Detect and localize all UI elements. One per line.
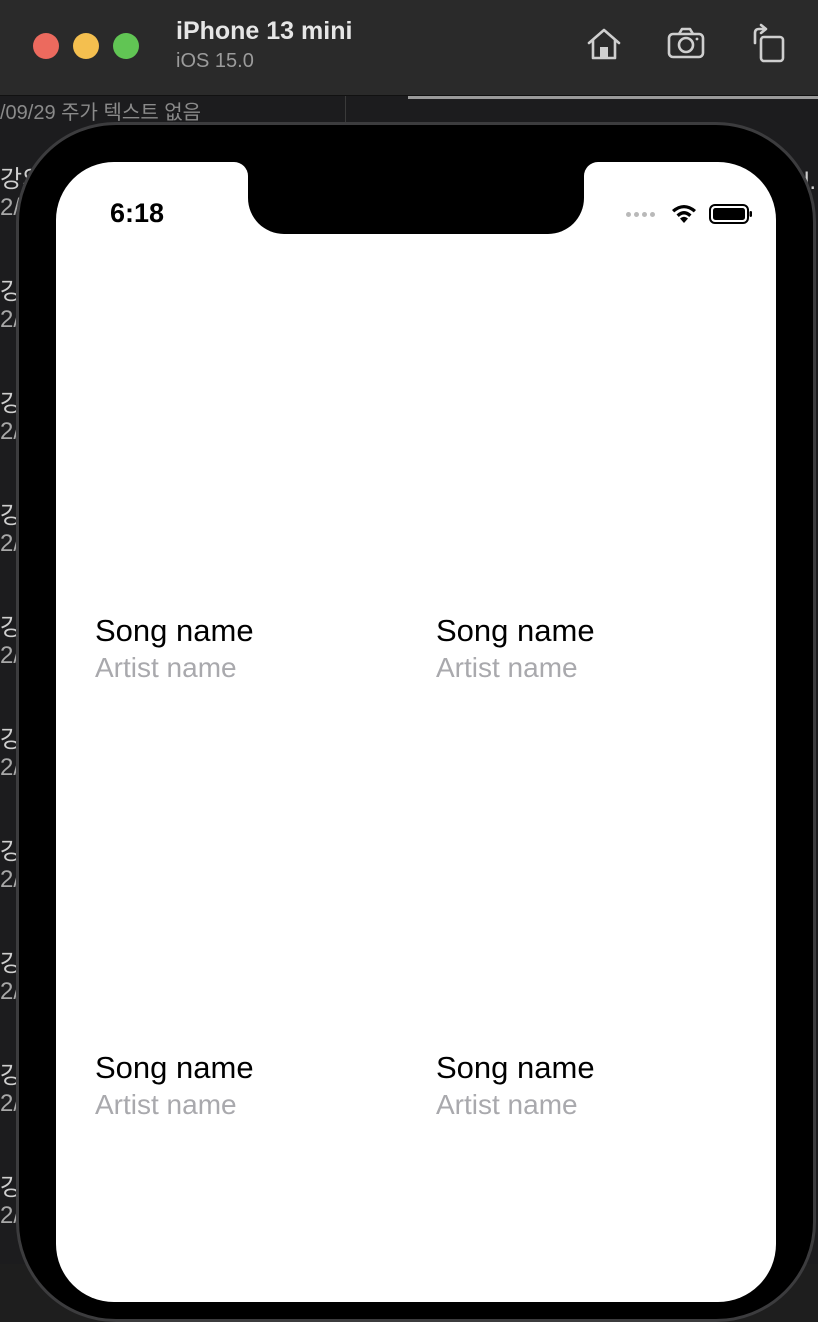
background-column-divider (345, 96, 346, 122)
notch (248, 162, 584, 234)
song-cell[interactable]: Song name Artist name (95, 1049, 395, 1123)
song-name: Song name (436, 613, 595, 648)
status-icons (626, 202, 753, 226)
status-time: 6:18 (110, 198, 165, 228)
close-window-button[interactable] (33, 33, 59, 59)
notch-corner (234, 162, 248, 176)
background-date-row: /09/29 주가 텍스트 없음 (0, 102, 202, 124)
song-cell[interactable]: Song name Artist name (436, 612, 736, 686)
artist-name: Artist name (95, 652, 237, 683)
screenshot-icon (667, 27, 705, 59)
artist-name: Artist name (436, 652, 578, 683)
wifi-icon (672, 205, 696, 223)
home-icon (587, 28, 621, 60)
notch-corner (584, 162, 598, 176)
song-name: Song name (95, 613, 254, 648)
device-name: iPhone 13 mini (176, 17, 353, 45)
iphone-screen[interactable]: 6:18 Song name Artist name Song name Art… (56, 162, 776, 1302)
battery-icon (709, 204, 752, 224)
background-divider (408, 96, 818, 99)
maximize-window-button[interactable] (113, 33, 139, 59)
rotate-icon (753, 23, 785, 63)
song-name: Song name (436, 1050, 595, 1085)
song-cell[interactable]: Song name Artist name (95, 612, 395, 686)
rotate-button[interactable] (746, 22, 790, 66)
home-button[interactable] (582, 22, 626, 66)
signal-icon (626, 211, 655, 217)
simulator-titlebar: iPhone 13 mini iOS 15.0 (0, 0, 818, 96)
song-cell[interactable]: Song name Artist name (436, 1049, 736, 1123)
artist-name: Artist name (95, 1089, 237, 1120)
artist-name: Artist name (436, 1089, 578, 1120)
screenshot-button[interactable] (664, 22, 708, 66)
song-name: Song name (95, 1050, 254, 1085)
os-version: iOS 15.0 (176, 50, 254, 72)
minimize-window-button[interactable] (73, 33, 99, 59)
